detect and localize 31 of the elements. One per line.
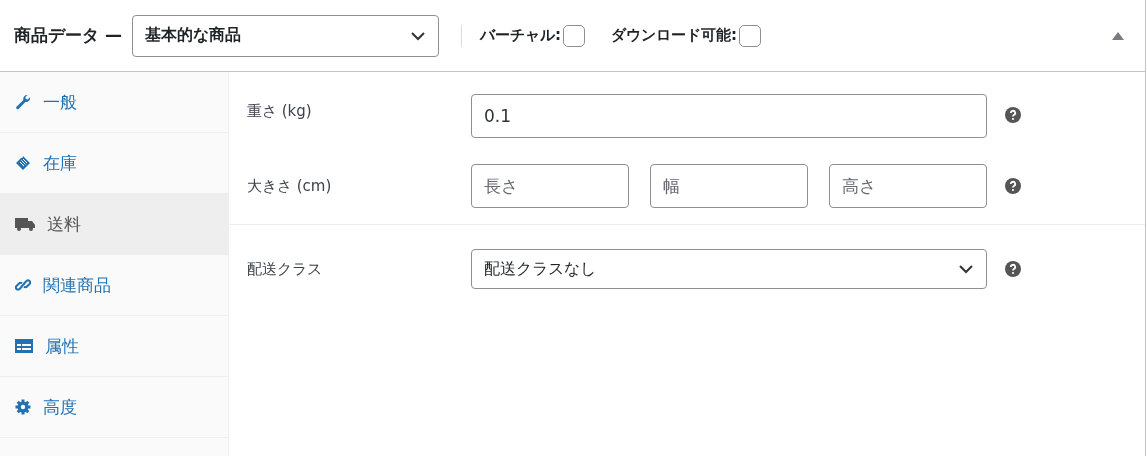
help-icon[interactable] (1005, 178, 1021, 194)
field-label: 大きさ (cm) (247, 176, 333, 196)
gear-icon (15, 399, 31, 415)
tag-icon (15, 155, 31, 171)
sidebar-tab[interactable]: 送料 (0, 194, 228, 255)
sidebar-tab[interactable]: 関連商品 (0, 255, 228, 316)
help-icon[interactable] (1005, 261, 1021, 277)
option-label: バーチャル: (479, 26, 561, 45)
product-type-select[interactable]: 基本的な商品 (131, 14, 439, 57)
panel-title: 商品データ — (14, 24, 122, 47)
sidebar-tab[interactable]: 属性 (0, 316, 228, 377)
field-label: 重さ (kg) (247, 101, 313, 121)
link-icon (15, 277, 31, 293)
field-label: 配送クラス (247, 259, 323, 279)
dimension-input[interactable]: 長さ (471, 164, 629, 208)
sidebar-tab[interactable]: 高度 (0, 377, 228, 438)
shipping-class-select[interactable]: 配送クラスなし (471, 249, 987, 289)
weight-input[interactable]: 0.1 (471, 94, 987, 138)
wrench-icon (15, 94, 31, 110)
table-icon (15, 338, 33, 354)
chevron-icon (958, 264, 974, 274)
dimension-input[interactable]: 高さ (829, 164, 987, 208)
help-icon[interactable] (1005, 107, 1021, 123)
chevron-icon (409, 30, 426, 41)
checkbox[interactable] (738, 24, 761, 47)
sidebar-tab[interactable]: 一般 (0, 72, 228, 133)
collapse-icon[interactable] (1111, 30, 1125, 41)
dimension-input[interactable]: 幅 (650, 164, 808, 208)
truck-icon (15, 216, 35, 232)
option-label: ダウンロード可能: (610, 26, 737, 45)
checkbox[interactable] (562, 24, 585, 47)
